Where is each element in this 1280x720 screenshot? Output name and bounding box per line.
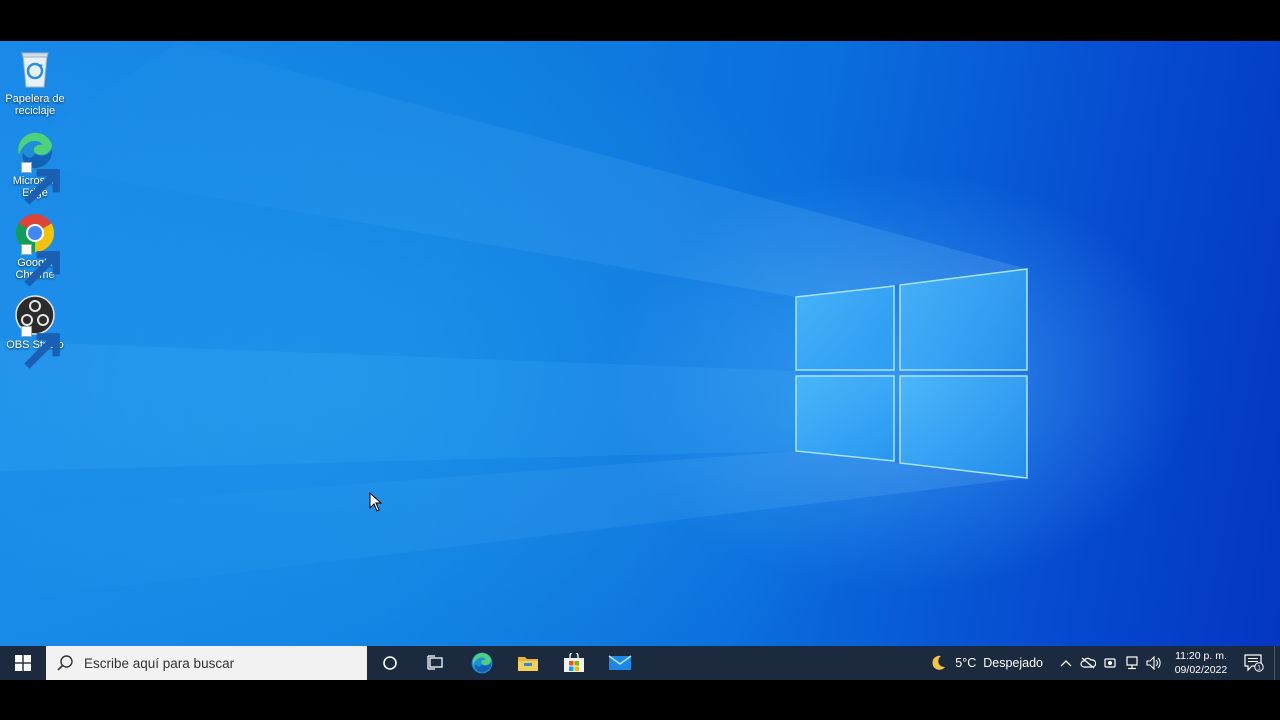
onedrive-tray-button[interactable]	[1077, 646, 1099, 680]
desktop-icon-chrome[interactable]: Google Chrome	[3, 211, 67, 287]
letterbox-bottom	[0, 680, 1280, 720]
shortcut-arrow-icon	[21, 162, 60, 205]
taskbar-mail-button[interactable]	[597, 646, 643, 680]
shortcut-arrow-icon	[21, 326, 60, 369]
taskbar: Escribe aquí para buscar 5°C Despejado 1…	[0, 646, 1280, 680]
meet-now-tray-button[interactable]	[1099, 646, 1121, 680]
store-icon	[564, 653, 584, 672]
desktop-icon-edge[interactable]: Microsoft Edge	[3, 129, 67, 205]
cloud-offline-icon	[1080, 657, 1096, 669]
search-placeholder: Escribe aquí para buscar	[84, 655, 235, 671]
cortana-button[interactable]	[367, 646, 413, 680]
desktop-wallpaper[interactable]: Papelera de reciclaje Microsoft Edge Goo…	[0, 41, 1280, 646]
weather-widget[interactable]: 5°C Despejado	[929, 654, 1043, 672]
shortcut-arrow-icon	[21, 244, 60, 287]
network-icon	[1126, 656, 1138, 670]
task-view-icon	[427, 655, 443, 670]
desktop-icon-recycle-bin[interactable]: Papelera de reciclaje	[3, 47, 67, 117]
taskbar-edge-button[interactable]	[459, 646, 505, 680]
windows-start-icon	[15, 655, 31, 671]
desktop-icon-obs-studio[interactable]: OBS Studio	[3, 293, 67, 369]
chrome-icon	[13, 211, 60, 287]
action-center-button[interactable]: 1	[1234, 646, 1274, 680]
task-view-button[interactable]	[413, 646, 459, 680]
system-tray	[1055, 646, 1165, 680]
recycle-bin-icon	[13, 47, 57, 91]
obs-icon	[13, 293, 60, 369]
mouse-pointer-icon	[369, 492, 383, 512]
taskbar-store-button[interactable]	[551, 646, 597, 680]
network-tray-button[interactable]	[1121, 646, 1143, 680]
taskbar-clock[interactable]: 11:20 p. m. 09/02/2022	[1168, 649, 1234, 677]
windows-logo-wallpaper	[0, 41, 1028, 601]
weather-temperature: 5°C	[955, 656, 977, 670]
weather-condition: Despejado	[983, 656, 1043, 670]
moon-icon	[932, 655, 946, 670]
clock-date: 09/02/2022	[1174, 664, 1228, 676]
mail-icon	[608, 655, 632, 670]
meet-now-icon	[1104, 658, 1116, 668]
show-hidden-icons-button[interactable]	[1055, 646, 1077, 680]
taskbar-search-box[interactable]: Escribe aquí para buscar	[46, 646, 367, 680]
taskbar-file-explorer-button[interactable]	[505, 646, 551, 680]
file-explorer-icon	[518, 657, 538, 671]
windows-logo-panes	[795, 268, 1028, 479]
search-icon	[57, 655, 73, 671]
desktop-icon-label: Papelera de	[5, 93, 65, 105]
volume-tray-button[interactable]	[1143, 646, 1165, 680]
edge-icon	[13, 129, 60, 205]
cortana-icon	[383, 656, 397, 670]
start-button[interactable]	[0, 646, 46, 680]
letterbox-top	[0, 0, 1280, 41]
notification-count: 1	[1257, 665, 1261, 672]
chevron-up-icon	[1060, 660, 1072, 667]
notifications-icon: 1	[1244, 654, 1264, 672]
edge-icon	[471, 652, 493, 674]
show-desktop-button[interactable]	[1274, 646, 1280, 680]
clock-time: 11:20 p. m.	[1175, 650, 1227, 662]
desktop-icon-label: reciclaje	[14, 105, 56, 117]
volume-icon	[1146, 656, 1161, 670]
